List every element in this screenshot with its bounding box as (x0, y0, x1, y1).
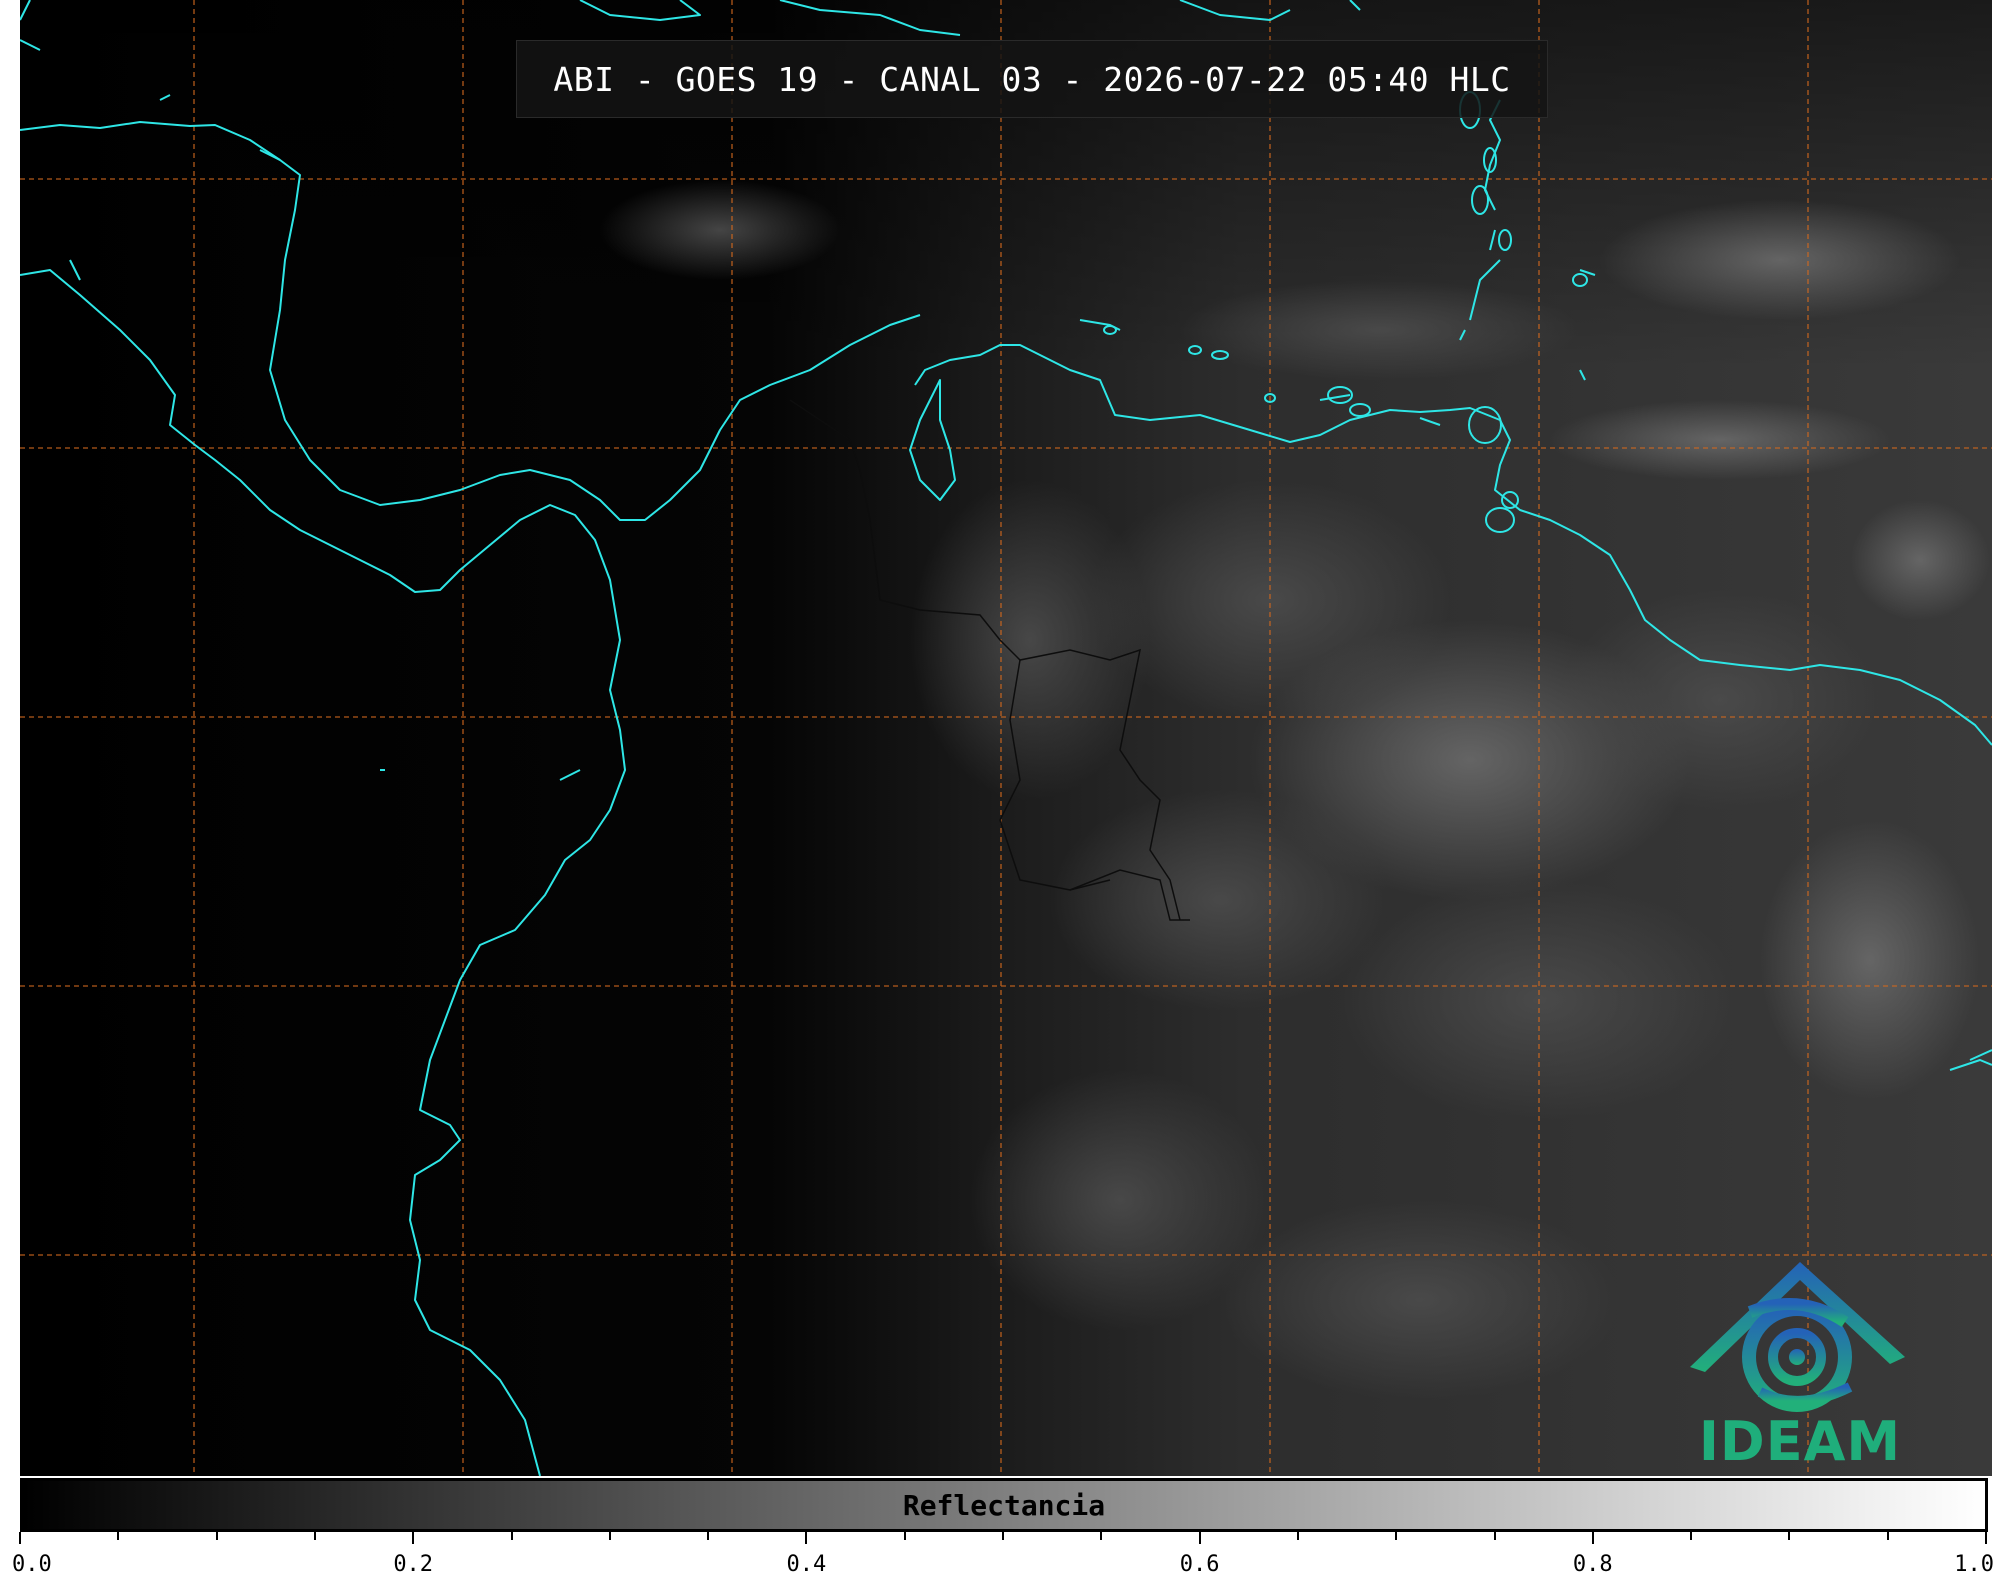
colorbar-tick (1788, 1532, 1791, 1540)
colorbar-tick (117, 1532, 120, 1540)
ideam-logo: IDEAM (1680, 1252, 1920, 1474)
colorbar-tick (1296, 1532, 1299, 1540)
colorbar-tick (608, 1532, 611, 1540)
colorbar-tick (1493, 1532, 1496, 1540)
ideam-volcano-swirl-icon (1690, 1262, 1905, 1412)
map-title: ABI - GOES 19 - CANAL 03 - 2026-07-22 05… (553, 59, 1511, 99)
colorbar-tick (1198, 1532, 1201, 1544)
colorbar-tick-label: 0.2 (393, 1552, 434, 1577)
colorbar-tick (313, 1532, 316, 1540)
colorbar-tick (1002, 1532, 1004, 1540)
colorbar-tick-label: 1.0 (1954, 1552, 1994, 1577)
colorbar-tick-label: 0.4 (786, 1552, 827, 1577)
colorbar-tick (215, 1532, 218, 1540)
colorbar-tick-label: 0.6 (1179, 1552, 1220, 1577)
colorbar-tick (1886, 1532, 1889, 1540)
colorbar-tick (19, 1532, 21, 1544)
ideam-logo-text: IDEAM (1698, 1410, 1902, 1473)
colorbar-tick (1690, 1532, 1693, 1540)
satellite-map[interactable]: ABI - GOES 19 - CANAL 03 - 2026-07-22 05… (20, 0, 1992, 1476)
reflectance-colorbar: Reflectancia (20, 1478, 1988, 1532)
colorbar-tick (903, 1532, 906, 1540)
colorbar-tick (412, 1532, 415, 1544)
colorbar-tick (1100, 1532, 1103, 1540)
title-banner: ABI - GOES 19 - CANAL 03 - 2026-07-22 05… (516, 40, 1548, 118)
colorbar-tick (805, 1532, 808, 1544)
colorbar-tick-label: 0.8 (1572, 1552, 1613, 1577)
colorbar-tick-label: 0.0 (12, 1552, 52, 1577)
colorbar-label: Reflectancia (902, 1488, 1106, 1522)
colorbar-ticks: 0.0 0.2 0.4 0.6 0.8 1.0 (0, 1532, 2011, 1577)
colorbar-tick (1395, 1532, 1398, 1540)
colorbar-tick (510, 1532, 513, 1540)
colorbar-tick (707, 1532, 710, 1540)
colorbar-tick (1591, 1532, 1594, 1544)
colorbar-tick (1985, 1532, 1987, 1544)
